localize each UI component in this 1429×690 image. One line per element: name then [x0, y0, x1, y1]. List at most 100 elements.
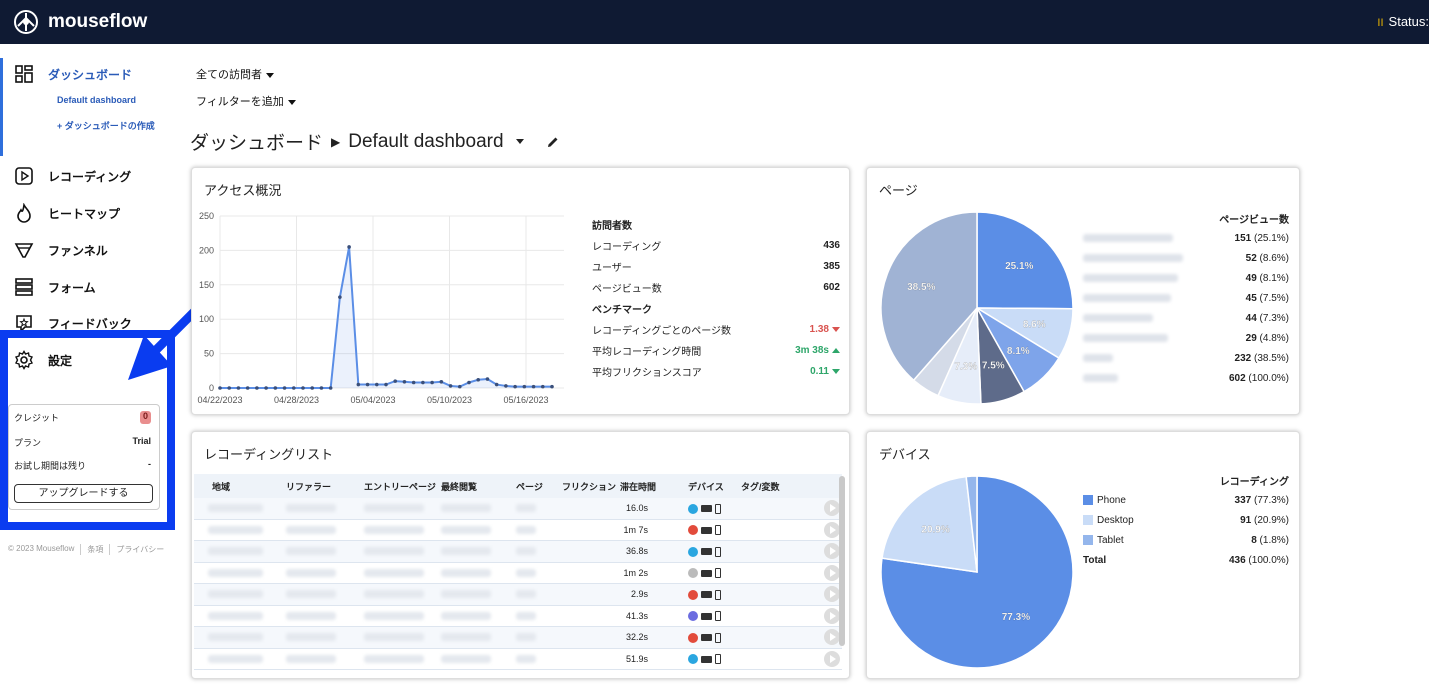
- play-recording-icon[interactable]: [824, 543, 840, 560]
- y-tick-label: 150: [199, 280, 214, 290]
- default-dashboard-link[interactable]: Default dashboard: [57, 93, 136, 107]
- table-row[interactable]: 41.3s: [194, 605, 842, 627]
- device-pct: (20.9%): [1253, 514, 1289, 526]
- chevron-down-icon[interactable]: [515, 139, 524, 144]
- pages-row-count: 151: [1234, 232, 1252, 244]
- sidebar-item-funnels[interactable]: ファンネル: [14, 240, 108, 260]
- pages-row[interactable]: 29 (4.8%): [1083, 328, 1289, 348]
- create-dashboard-link[interactable]: + ダッシュボードの作成: [57, 119, 157, 133]
- pages-row-pct: (38.5%): [1253, 352, 1289, 364]
- play-recording-icon[interactable]: [824, 629, 840, 646]
- legend-swatch: [1083, 534, 1093, 545]
- column-header[interactable]: 最終閲覧: [441, 480, 477, 493]
- slice-label: 8.1%: [1007, 346, 1030, 357]
- data-point: [439, 380, 444, 384]
- sidebar-item-dashboard[interactable]: ダッシュボード: [14, 64, 132, 84]
- column-header[interactable]: リファラー: [286, 480, 331, 493]
- benchmark-label: 平均フリクションスコア: [592, 368, 702, 379]
- upgrade-button[interactable]: アップグレードする: [14, 484, 153, 503]
- pages-row[interactable]: 45 (7.5%): [1083, 288, 1289, 308]
- table-scrollbar[interactable]: [839, 476, 845, 646]
- data-point: [531, 384, 536, 389]
- access-stats: 訪問者数 レコーディング 436 ユーザー 385 ページビュー数 602 ベンチマー…: [592, 214, 840, 382]
- table-row[interactable]: 16.0s: [194, 498, 842, 520]
- mouseflow-logo[interactable]: mouseflow: [12, 8, 147, 36]
- benchmark-label: レコーディングごとのページ数: [592, 326, 731, 337]
- pages-row-value: 602 (100.0%): [1229, 373, 1289, 384]
- data-point: [393, 379, 398, 383]
- sidebar-item-settings[interactable]: 設定: [14, 350, 72, 370]
- mouseflow-logo-icon: [14, 10, 38, 34]
- privacy-link[interactable]: プライバシー: [109, 544, 164, 555]
- play-recording-icon[interactable]: [824, 500, 840, 517]
- device-count: 337: [1234, 494, 1252, 506]
- column-header[interactable]: タグ/変数: [741, 480, 780, 493]
- data-point: [384, 382, 388, 387]
- data-point: [467, 380, 471, 385]
- table-row[interactable]: 1m 7s: [194, 519, 842, 541]
- play-recording-icon[interactable]: [824, 521, 840, 538]
- phone-icon: [715, 503, 721, 514]
- pages-row[interactable]: 232 (38.5%): [1083, 348, 1289, 368]
- sidebar-item-recordings[interactable]: レコーディング: [14, 166, 131, 186]
- table-row[interactable]: 1m 2s: [194, 562, 842, 584]
- device-row[interactable]: Phone 337 (77.3%): [1083, 490, 1289, 510]
- pages-card: ページ 25.1% 8.6% 8.1% 7.5% 7.3% 38.5% ページビュー数 1…: [866, 167, 1300, 415]
- column-header[interactable]: エントリーページ: [364, 480, 436, 493]
- app-name: mouseflow: [48, 11, 148, 32]
- dashboard-selector[interactable]: Default dashboard: [348, 131, 503, 153]
- table-row[interactable]: 51.9s: [194, 648, 842, 670]
- redacted-cell: [286, 633, 336, 642]
- pages-row-count: 602: [1228, 372, 1246, 384]
- play-recording-icon[interactable]: [824, 564, 840, 581]
- play-recording-icon[interactable]: [824, 586, 840, 603]
- table-row[interactable]: 2.9s: [194, 584, 842, 606]
- data-point: [421, 380, 425, 385]
- column-header[interactable]: デバイス: [688, 480, 724, 493]
- device-row[interactable]: Desktop 91 (20.9%): [1083, 510, 1289, 530]
- redacted-cell: [364, 568, 424, 577]
- column-header[interactable]: フリクション: [562, 480, 616, 493]
- pages-row[interactable]: 49 (8.1%): [1083, 268, 1289, 288]
- form-icon: [15, 278, 33, 296]
- pages-row[interactable]: 602 (100.0%): [1083, 368, 1289, 388]
- terms-link[interactable]: 条項: [80, 544, 103, 555]
- redacted-cell: [516, 504, 536, 513]
- table-row[interactable]: 32.2s: [194, 627, 842, 649]
- benchmark-label: 平均レコーディング時間: [592, 347, 702, 358]
- play-recording-icon[interactable]: [824, 650, 840, 667]
- play-recording-icon[interactable]: [824, 607, 840, 624]
- column-header[interactable]: 地域: [212, 480, 230, 493]
- x-tick-label: 05/16/2023: [503, 395, 548, 405]
- device-count: 8: [1251, 534, 1257, 546]
- visitor-filter-dropdown[interactable]: 全ての訪問者: [196, 66, 274, 82]
- status-indicator[interactable]: II Status:: [1377, 14, 1429, 29]
- pages-row[interactable]: 52 (8.6%): [1083, 248, 1289, 268]
- stat-row: レコーディング 436: [592, 235, 840, 256]
- device-total-label: Total: [1083, 554, 1107, 566]
- recording-rows: 16.0s 1m 7s 36.8s 1m 2s 2.9s 41.3s 32.2s 51.9s: [194, 498, 842, 670]
- edit-icon[interactable]: [546, 135, 560, 149]
- pages-row[interactable]: 151 (25.1%): [1083, 228, 1289, 248]
- data-point: [457, 384, 462, 389]
- table-row[interactable]: 36.8s: [194, 541, 842, 563]
- pages-pie-chart: 25.1% 8.6% 8.1%7.5% 7.3% 38.5%: [880, 211, 1074, 405]
- credit-badge: 0: [139, 411, 151, 424]
- pages-row[interactable]: 44 (7.3%): [1083, 308, 1289, 328]
- credit-panel: クレジット 0 プラン Trial お試し期間は残り - アップグレードする: [8, 404, 160, 510]
- column-header[interactable]: ページ: [516, 480, 543, 493]
- data-point: [218, 386, 222, 390]
- sidebar-item-label: ヒートマップ: [48, 206, 121, 221]
- sidebar-item-forms[interactable]: フォーム: [14, 277, 96, 297]
- data-point: [273, 386, 278, 390]
- stats-header-label: 訪問者数: [592, 221, 632, 232]
- active-indicator: [0, 58, 3, 156]
- duration-cell: 36.8s: [625, 546, 648, 557]
- sidebar-item-feedback[interactable]: フィードバック: [14, 313, 132, 333]
- column-header[interactable]: 滞在時間: [620, 480, 656, 493]
- breadcrumb-root[interactable]: ダッシュボード: [190, 128, 323, 155]
- add-filter-dropdown[interactable]: フィルターを追加: [196, 93, 296, 109]
- device-cell: [688, 632, 721, 643]
- sidebar-item-heatmaps[interactable]: ヒートマップ: [14, 203, 120, 223]
- device-row[interactable]: Tablet 8 (1.8%): [1083, 530, 1289, 550]
